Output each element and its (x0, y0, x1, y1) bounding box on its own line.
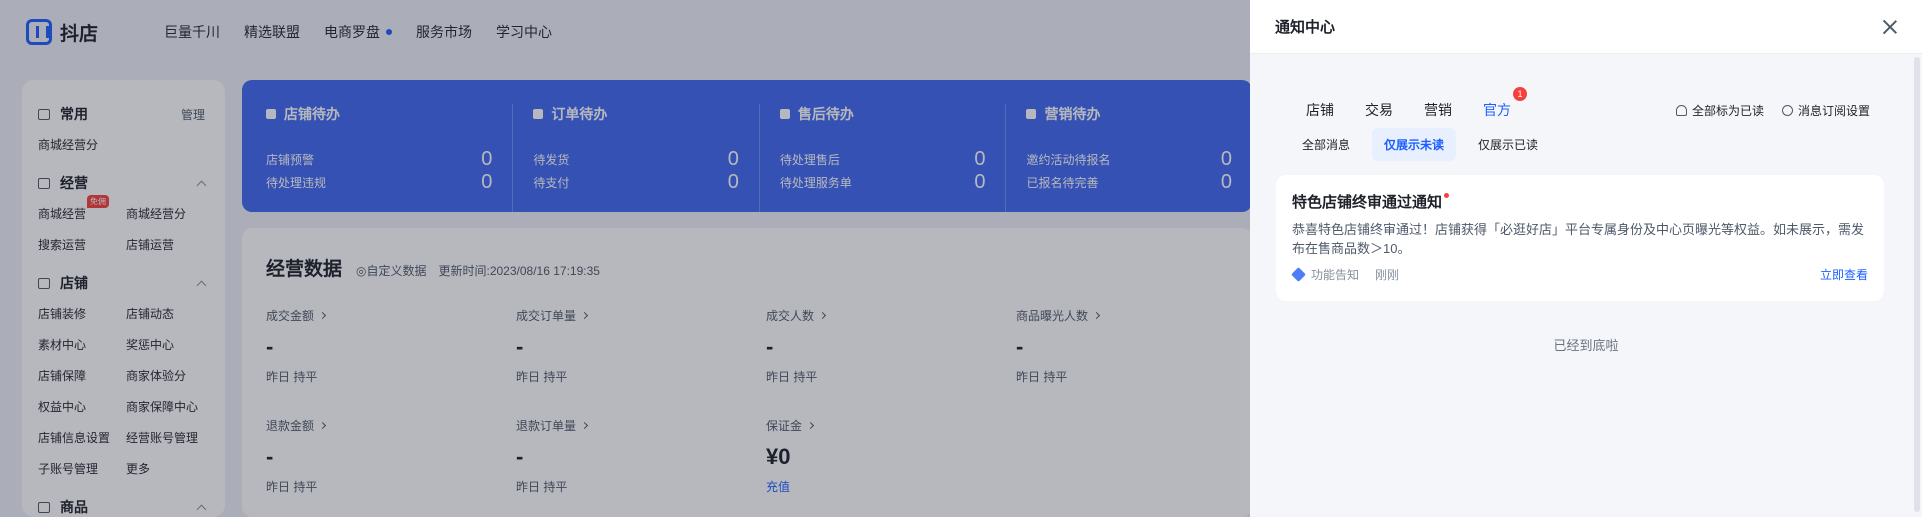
tab-trade[interactable]: 交易 (1365, 100, 1393, 120)
cube-icon (1291, 267, 1306, 282)
notice-title: 特色店铺终审通过通知 (1292, 194, 1443, 211)
modal-overlay[interactable] (0, 0, 1250, 517)
subscription-settings-button[interactable]: 消息订阅设置 (1781, 102, 1870, 119)
filter-read[interactable]: 仅展示已读 (1466, 128, 1550, 161)
view-now-link[interactable]: 立即查看 (1820, 266, 1868, 283)
tab-shop[interactable]: 店铺 (1306, 100, 1334, 120)
notice-category: 功能告知 (1311, 268, 1360, 282)
end-of-list: 已经到底啦 (1553, 338, 1619, 353)
tab-official[interactable]: 官方 1 (1483, 87, 1527, 120)
gear-icon (1781, 104, 1793, 116)
drawer-header: 通知中心 (1250, 0, 1922, 54)
read-icon (1675, 104, 1687, 116)
filter-unread[interactable]: 仅展示未读 (1372, 128, 1457, 161)
notice-card[interactable]: 特色店铺终审通过通知 恭喜特色店铺终审通过！店铺获得「必逛好店」平台专属身份及中… (1276, 175, 1884, 301)
filter-all[interactable]: 全部消息 (1290, 128, 1362, 161)
notification-drawer: 通知中心 店铺 交易 营销 官方 1 全部标为已读 消息订阅设置 全部消息 仅展示… (1250, 0, 1922, 517)
close-icon[interactable] (1882, 19, 1898, 35)
read-filters: 全部消息 仅展示未读 仅展示已读 (1250, 128, 1922, 161)
tab-label: 官方 (1483, 102, 1511, 118)
unread-dot (1444, 193, 1450, 198)
tab-marketing[interactable]: 营销 (1424, 100, 1452, 120)
notice-time: 刚刚 (1375, 268, 1400, 282)
drawer-actions: 全部标为已读 消息订阅设置 (1675, 102, 1870, 119)
tabs-row: 店铺 交易 营销 官方 1 全部标为已读 消息订阅设置 (1250, 54, 1922, 138)
unread-badge: 1 (1513, 87, 1527, 101)
notice-footer: 功能告知 刚刚 立即查看 (1291, 266, 1868, 283)
mark-all-read-button[interactable]: 全部标为已读 (1675, 102, 1764, 119)
drawer-title: 通知中心 (1275, 19, 1336, 36)
scrollbar[interactable] (1914, 57, 1920, 512)
category-tabs: 店铺 交易 营销 官方 1 (1306, 87, 1527, 120)
notice-body: 恭喜特色店铺终审通过！店铺获得「必逛好店」平台专属身份及中心页曝光等权益。如未展… (1292, 222, 1865, 256)
